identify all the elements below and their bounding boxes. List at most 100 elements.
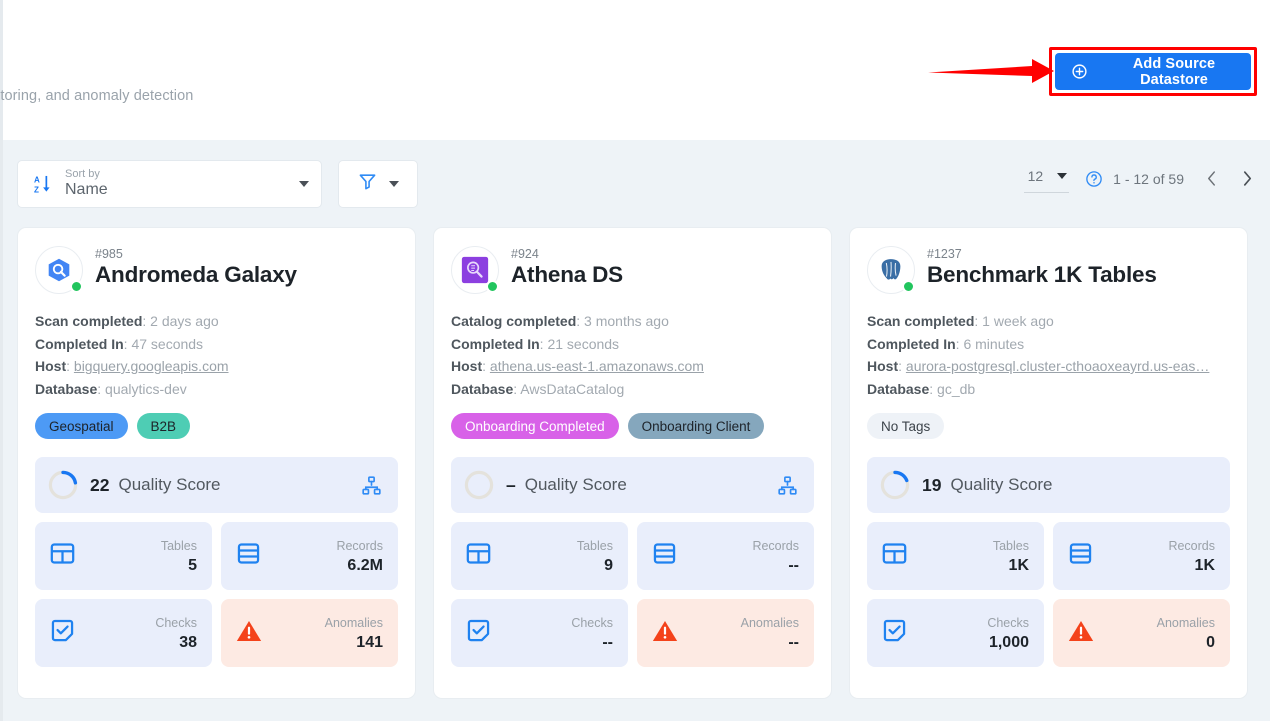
avatar [35, 246, 83, 294]
pagination-prev-button[interactable] [1202, 168, 1220, 190]
metric-tile-text: Tables 5 [161, 536, 197, 576]
card-meta-colon: : [142, 313, 150, 329]
checks-icon [881, 617, 908, 649]
avatar [451, 246, 499, 294]
metric-tile-text: Tables 9 [577, 536, 613, 576]
metric-tile-value: 1,000 [989, 634, 1029, 651]
card-meta-value[interactable]: aurora-postgresql.cluster-cthoaoxeayrd.u… [906, 358, 1209, 374]
toolbar: A Z Sort by Name [17, 160, 1256, 208]
add-source-datastore-label: Add Source Datastore [1097, 56, 1251, 88]
page-size-select[interactable]: 12 [1024, 164, 1070, 193]
card-titles: #1237 Benchmark 1K Tables [927, 246, 1157, 288]
card-meta-value: gc_db [937, 381, 975, 397]
card-tag[interactable]: Onboarding Client [628, 413, 765, 439]
metric-tile-text: Checks -- [571, 613, 613, 653]
datastore-card[interactable]: #1237 Benchmark 1K Tables Scan completed… [849, 227, 1248, 699]
metric-tile-checks[interactable]: Checks -- [451, 599, 628, 667]
card-meta-value: 21 seconds [547, 336, 619, 352]
sort-by-select[interactable]: A Z Sort by Name [17, 160, 322, 208]
sort-by-label: Sort by [65, 169, 299, 181]
card-id: #1237 [927, 247, 1157, 261]
card-meta-label: Host [867, 358, 898, 374]
card-title: Athena DS [511, 262, 623, 288]
records-icon [651, 540, 678, 572]
status-badge [70, 280, 83, 293]
metric-tiles: Tables 9 Records -- Checks -- [451, 522, 814, 667]
avatar [867, 246, 915, 294]
metric-tile-anomalies[interactable]: Anomalies 141 [221, 599, 398, 667]
lineage-icon[interactable] [361, 475, 382, 496]
card-meta-label: Completed In [451, 336, 540, 352]
sort-az-icon: A Z [34, 174, 53, 195]
card-meta-value: 1 week ago [982, 313, 1054, 329]
metric-tile-value: 5 [188, 557, 197, 574]
quality-score-value: – [506, 475, 516, 496]
annotation-arrow [928, 58, 1056, 84]
content-area: A Z Sort by Name [3, 140, 1270, 721]
quality-score-bar[interactable]: 22 Quality Score [35, 457, 398, 513]
card-meta-colon: : [576, 313, 584, 329]
metric-tile-value: 1K [1009, 557, 1029, 574]
card-meta-value[interactable]: bigquery.googleapis.com [74, 358, 229, 374]
metric-tile-anomalies[interactable]: Anomalies -- [637, 599, 814, 667]
metric-tile-label: Tables [993, 539, 1029, 553]
card-meta-row: Completed In: 6 minutes [867, 333, 1230, 356]
card-meta-label: Host [451, 358, 482, 374]
metric-tile-tables[interactable]: Tables 1K [867, 522, 1044, 590]
pagination-next-button[interactable] [1238, 168, 1256, 190]
card-meta-label: Catalog completed [451, 313, 576, 329]
card-meta-row: Host: bigquery.googleapis.com [35, 355, 398, 378]
card-meta-row: Scan completed: 2 days ago [35, 310, 398, 333]
metric-tile-records[interactable]: Records -- [637, 522, 814, 590]
add-source-datastore-button[interactable]: Add Source Datastore [1055, 53, 1251, 90]
chevron-down-icon [389, 181, 399, 187]
metric-tiles: Tables 1K Records 1K Checks 1,000 [867, 522, 1230, 667]
card-meta-colon: : [898, 358, 906, 374]
card-id: #924 [511, 247, 623, 261]
datastore-card-list: #985 Andromeda Galaxy Scan completed: 2 … [17, 227, 1267, 699]
card-meta-label: Database [451, 381, 513, 397]
metric-tile-tables[interactable]: Tables 5 [35, 522, 212, 590]
metric-tile-records[interactable]: Records 1K [1053, 522, 1230, 590]
card-meta: Catalog completed: 3 months ago Complete… [451, 310, 814, 400]
metric-tile-label: Anomalies [325, 616, 383, 630]
card-tags: Geospatial B2B [35, 413, 398, 439]
card-meta-row: Scan completed: 1 week ago [867, 310, 1230, 333]
page-range-label: 1 - 12 of 59 [1113, 171, 1184, 187]
chevron-down-icon [299, 181, 309, 187]
lineage-icon[interactable] [777, 475, 798, 496]
card-tag[interactable]: Geospatial [35, 413, 128, 439]
card-meta-value: 3 months ago [584, 313, 669, 329]
metric-tile-tables[interactable]: Tables 9 [451, 522, 628, 590]
metric-tile-text: Anomalies 0 [1157, 613, 1215, 653]
metric-tile-anomalies[interactable]: Anomalies 0 [1053, 599, 1230, 667]
card-meta-label: Database [35, 381, 97, 397]
quality-score-label: Quality Score [525, 475, 627, 495]
quality-score-bar[interactable]: – Quality Score [451, 457, 814, 513]
card-meta-value: AwsDataCatalog [520, 381, 624, 397]
metric-tile-label: Tables [577, 539, 613, 553]
card-meta-label: Scan completed [867, 313, 974, 329]
filter-dropdown[interactable] [338, 160, 418, 208]
metric-tile-value: -- [602, 634, 613, 651]
card-meta-row: Database: AwsDataCatalog [451, 378, 814, 401]
metric-tile-checks[interactable]: Checks 38 [35, 599, 212, 667]
app-root: itoring, and anomaly detection Add Sourc… [0, 0, 1270, 721]
card-tag[interactable]: No Tags [867, 413, 944, 439]
card-meta-label: Completed In [35, 336, 124, 352]
card-meta-colon: : [97, 381, 105, 397]
card-tag[interactable]: B2B [137, 413, 191, 439]
card-meta-label: Database [867, 381, 929, 397]
anomalies-icon [235, 617, 263, 650]
card-meta-colon: : [482, 358, 490, 374]
card-tag[interactable]: Onboarding Completed [451, 413, 619, 439]
records-icon [235, 540, 262, 572]
metric-tile-checks[interactable]: Checks 1,000 [867, 599, 1044, 667]
metric-tile-text: Anomalies -- [741, 613, 799, 653]
datastore-card[interactable]: #985 Andromeda Galaxy Scan completed: 2 … [17, 227, 416, 699]
metric-tile-records[interactable]: Records 6.2M [221, 522, 398, 590]
datastore-card[interactable]: #924 Athena DS Catalog completed: 3 mont… [433, 227, 832, 699]
help-circle-icon[interactable] [1085, 170, 1103, 188]
card-meta-value[interactable]: athena.us-east-1.amazonaws.com [490, 358, 704, 374]
quality-score-bar[interactable]: 19 Quality Score [867, 457, 1230, 513]
